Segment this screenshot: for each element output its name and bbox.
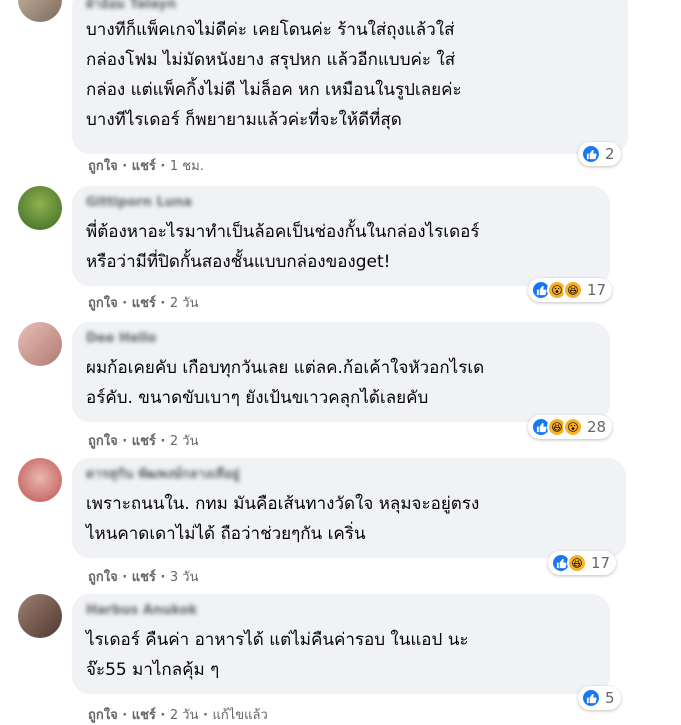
comment-text: พี่ต้องหาอะไรมาทำเป็นล้อคเป็นช่องกั้นในก… — [86, 222, 480, 272]
comment-author[interactable]: ดารสุกัน พัฒพงษ์กลางเทือยู่ — [86, 466, 612, 483]
comment-author[interactable]: Harbus Anukok — [86, 602, 596, 619]
reaction-count: 28 — [587, 418, 607, 436]
avatar[interactable] — [18, 322, 62, 366]
like-link[interactable]: ถูกใจ — [88, 708, 118, 723]
comment-text: บางทีก็แพ็คเกจไม่ดีค่ะ เคยโดนค่ะ ร้านใส่… — [86, 20, 462, 130]
comment-bubble: Harbus Anukok ไรเดอร์ คืนค่า อาหารได้ แต… — [72, 594, 610, 694]
avatar[interactable] — [18, 594, 62, 638]
comment-bubble: Dee Hello ผมก้อเคยคับ เกือบทุกวันเลย แต่… — [72, 322, 610, 422]
like-icon — [581, 688, 601, 708]
comment-timestamp[interactable]: 2 วัน — [170, 296, 199, 311]
share-link[interactable]: แชร์ — [132, 159, 156, 174]
comment-timestamp[interactable]: 2 วัน — [170, 434, 199, 449]
edited-label[interactable]: แก้ไขแล้ว — [213, 708, 268, 723]
haha-icon: 😆 — [567, 553, 587, 573]
share-link[interactable]: แชร์ — [132, 708, 156, 723]
comment-text: เพราะถนนใน. กทม มันคือเส้นทางวัดใจ หลุมจ… — [86, 494, 480, 544]
reaction-summary[interactable]: 😆 😮 28 — [528, 415, 613, 439]
comment-actions: ถูกใจ · แชร์ · 2 วัน — [88, 296, 199, 311]
comment-actions: ถูกใจ · แชร์ · 1 ชม. — [88, 159, 204, 174]
comment-timestamp[interactable]: 2 วัน — [170, 708, 199, 723]
share-link[interactable]: แชร์ — [132, 434, 156, 449]
avatar[interactable] — [18, 458, 62, 502]
avatar[interactable] — [18, 186, 62, 230]
comment-actions: ถูกใจ · แชร์ · 2 วัน · แก้ไขแล้ว — [88, 708, 268, 723]
comment-author[interactable]: Dee Hello — [86, 330, 596, 347]
like-icon — [581, 144, 601, 164]
avatar[interactable] — [18, 0, 62, 22]
reaction-count: 17 — [587, 281, 607, 299]
like-link[interactable]: ถูกใจ — [88, 159, 118, 174]
reaction-summary[interactable]: 😮 😆 17 — [528, 278, 613, 302]
comment-timestamp[interactable]: 3 วัน — [170, 570, 199, 585]
comment-bubble: ดารสุกัน พัฒพงษ์กลางเทือยู่ เพราะถนนใน. … — [72, 458, 626, 558]
comment-text: ผมก้อเคยคับ เกือบทุกวันเลย แต่ลค.ก้อเค้า… — [86, 358, 485, 408]
comment-text: ไรเดอร์ คืนค่า อาหารได้ แต่ไม่คืนค่ารอบ … — [86, 630, 469, 680]
reaction-count: 5 — [605, 689, 615, 707]
like-link[interactable]: ถูกใจ — [88, 434, 118, 449]
reaction-count: 2 — [605, 145, 615, 163]
reaction-count: 17 — [591, 554, 611, 572]
comment-timestamp[interactable]: 1 ชม. — [170, 159, 204, 174]
like-link[interactable]: ถูกใจ — [88, 570, 118, 585]
comment-author[interactable]: Gittiporn Luna — [86, 194, 596, 211]
comment-bubble: Gittiporn Luna พี่ต้องหาอะไรมาทำเป็นล้อค… — [72, 186, 610, 286]
like-link[interactable]: ถูกใจ — [88, 296, 118, 311]
comment-actions: ถูกใจ · แชร์ · 2 วัน — [88, 434, 199, 449]
reaction-summary[interactable]: 😆 17 — [548, 551, 617, 575]
share-link[interactable]: แชร์ — [132, 296, 156, 311]
reaction-summary[interactable]: 2 — [578, 142, 621, 166]
share-link[interactable]: แชร์ — [132, 570, 156, 585]
reaction-summary[interactable]: 5 — [578, 686, 621, 710]
haha-icon: 😆 — [563, 280, 583, 300]
wow-icon: 😮 — [563, 417, 583, 437]
comment-actions: ถูกใจ · แชร์ · 3 วัน — [88, 570, 199, 585]
comment-author[interactable]: ผ้าอ้อม Talayn — [86, 0, 614, 13]
comment-bubble: ผ้าอ้อม Talayn บางทีก็แพ็คเกจไม่ดีค่ะ เค… — [72, 0, 628, 154]
